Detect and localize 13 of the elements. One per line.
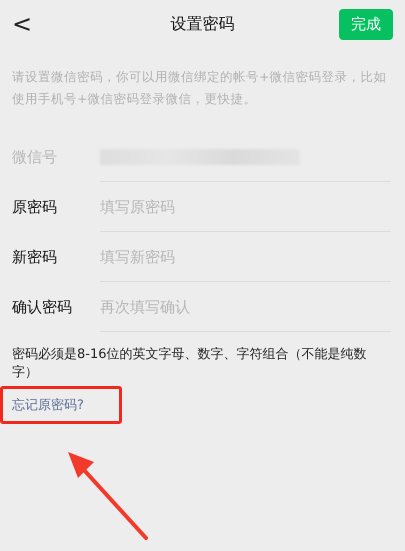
forgot-password-link[interactable]: 忘记原密码? — [12, 396, 84, 414]
done-button[interactable]: 完成 — [339, 8, 393, 40]
intro-text: 请设置微信密码，你可以用微信绑定的帐号+微信密码登录，比如使用手机号+微信密码登录微信，更快捷。 — [12, 68, 388, 108]
field-label: 原密码 — [12, 198, 58, 216]
back-button[interactable]: < — [12, 10, 32, 38]
field-label: 确认密码 — [12, 298, 73, 316]
field-label: 新密码 — [12, 248, 58, 266]
password-field[interactable]: 填写原密码 — [100, 198, 300, 216]
password-field[interactable]: 再次填写确认 — [100, 298, 300, 316]
password-rule-text: 密码必须是8-16位的英文字母、数字、字符组合（不能是纯数字） — [12, 346, 368, 382]
field-label: 微信号 — [12, 148, 58, 166]
password-field[interactable]: 填写新密码 — [100, 248, 300, 266]
page-title: 设置密码 — [170, 14, 234, 34]
